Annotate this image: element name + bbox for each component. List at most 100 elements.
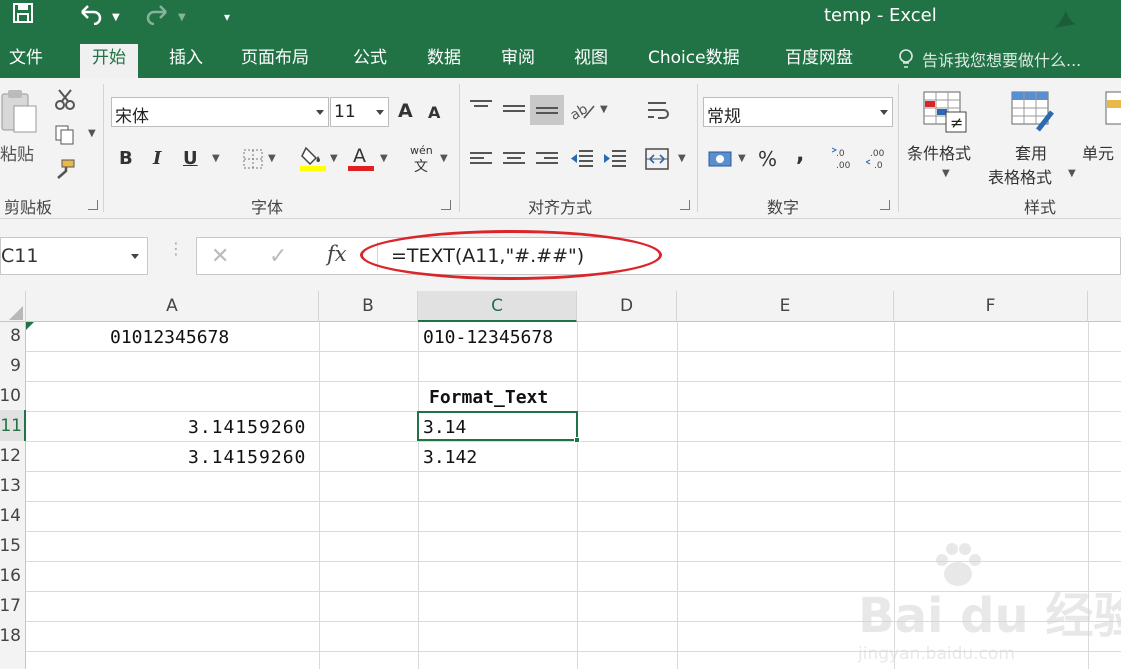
row-headers: 8 9 10 11 12 13 14 15 16 17 18 [0, 322, 26, 669]
merge-center-icon[interactable] [644, 146, 672, 176]
tab-baidu-netdisk[interactable]: 百度网盘 [773, 44, 865, 78]
column-header-f[interactable]: F [894, 291, 1088, 322]
name-box[interactable]: C11 [0, 237, 148, 275]
cancel-icon[interactable]: ✕ [211, 244, 229, 269]
row-header-14[interactable]: 14 [0, 506, 21, 526]
enter-check-icon[interactable]: ✓ [269, 244, 287, 269]
format-as-table-icon[interactable] [1010, 90, 1056, 138]
phonetic-dropdown-icon[interactable]: ▼ [440, 153, 448, 164]
copy-icon[interactable] [54, 124, 76, 150]
format-table-dropdown-icon[interactable]: ▼ [1068, 168, 1076, 179]
accounting-format-icon[interactable] [707, 148, 735, 174]
tab-file[interactable]: 文件 [0, 44, 55, 78]
row-header-15[interactable]: 15 [0, 536, 21, 556]
tab-formulas[interactable]: 公式 [341, 44, 399, 78]
underline-button[interactable]: U [183, 148, 198, 170]
cell-a11[interactable]: 3.14159260 [188, 417, 306, 438]
tab-page-layout[interactable]: 页面布局 [229, 44, 321, 78]
borders-icon[interactable] [242, 148, 264, 174]
grow-font-button[interactable]: A [398, 100, 413, 122]
align-center-icon[interactable] [503, 152, 525, 168]
column-header-c[interactable]: C [418, 291, 577, 322]
font-name-select[interactable]: 宋体 [111, 97, 329, 127]
percent-button[interactable]: % [758, 148, 777, 170]
font-launcher-icon[interactable] [441, 200, 451, 210]
comma-button[interactable]: , [796, 144, 804, 166]
tab-view[interactable]: 视图 [562, 44, 620, 78]
conditional-formatting-button[interactable]: 条件格式 [907, 140, 971, 164]
tab-review[interactable]: 审阅 [489, 44, 547, 78]
insert-function-button[interactable]: fx [327, 242, 347, 266]
shrink-font-button[interactable]: A [428, 102, 440, 124]
select-all-corner[interactable] [0, 291, 26, 322]
cell-c10[interactable]: Format_Text [429, 387, 548, 408]
copy-dropdown-icon[interactable]: ▼ [88, 128, 96, 139]
align-right-icon[interactable] [536, 152, 558, 168]
align-middle-icon[interactable] [503, 105, 525, 121]
font-size-select[interactable]: 11 [330, 97, 389, 127]
clipboard-launcher-icon[interactable] [88, 200, 98, 210]
row-header-10[interactable]: 10 [0, 386, 21, 406]
cut-icon[interactable] [54, 88, 76, 114]
conditional-formatting-icon[interactable]: ≠ [922, 90, 968, 138]
paste-button[interactable]: 粘贴 [0, 140, 34, 165]
fill-color-icon[interactable] [300, 144, 326, 176]
alignment-launcher-icon[interactable] [680, 200, 690, 210]
column-header-a[interactable]: A [26, 291, 319, 322]
merge-dropdown-icon[interactable]: ▼ [678, 153, 686, 164]
align-left-icon[interactable] [470, 152, 492, 168]
cell-c12[interactable]: 3.142 [423, 447, 477, 468]
active-cell-selection[interactable] [417, 411, 578, 441]
format-painter-icon[interactable] [54, 158, 76, 184]
row-header-18[interactable]: 18 [0, 626, 21, 646]
paste-icon[interactable] [0, 88, 44, 140]
row-header-12[interactable]: 12 [0, 446, 21, 466]
wrap-text-icon[interactable] [646, 100, 670, 126]
tell-me-search[interactable]: 告诉我您想要做什么... [922, 47, 1081, 71]
cell-a12[interactable]: 3.14159260 [188, 447, 306, 468]
row-header-17[interactable]: 17 [0, 596, 21, 616]
cell-c8[interactable]: 010-12345678 [423, 327, 553, 348]
decrease-indent-icon[interactable] [569, 148, 595, 174]
tab-insert[interactable]: 插入 [157, 44, 215, 78]
borders-dropdown-icon[interactable]: ▼ [268, 153, 276, 164]
increase-indent-icon[interactable] [602, 148, 628, 174]
column-header-e[interactable]: E [677, 291, 894, 322]
format-as-table-line1[interactable]: 套用 [1015, 140, 1047, 164]
align-top-icon[interactable] [470, 100, 492, 116]
tab-data[interactable]: 数据 [415, 44, 473, 78]
decrease-decimal-icon[interactable]: .00.0 [864, 146, 892, 176]
number-format-select[interactable]: 常规 [703, 97, 893, 127]
orientation-icon[interactable]: ab [568, 100, 596, 126]
cell-a8[interactable]: 01012345678 [110, 327, 229, 348]
bold-button[interactable]: B [119, 148, 133, 170]
fill-color-dropdown-icon[interactable]: ▼ [330, 153, 338, 164]
increase-decimal-icon[interactable]: .0.00 [831, 146, 858, 176]
cell-styles-button[interactable]: 单元 [1082, 140, 1114, 164]
column-header-d[interactable]: D [577, 291, 677, 322]
row-header-13[interactable]: 13 [0, 476, 21, 496]
column-header-b[interactable]: B [319, 291, 418, 322]
customize-quick-access-icon[interactable]: ▾ [224, 5, 230, 29]
font-color-dropdown-icon[interactable]: ▼ [380, 153, 388, 164]
tab-home[interactable]: 开始 [80, 44, 138, 78]
undo-dropdown-icon[interactable]: ▼ [112, 6, 120, 30]
align-bottom-button[interactable] [530, 95, 564, 125]
italic-button[interactable]: I [153, 148, 161, 170]
row-header-8[interactable]: 8 [0, 326, 21, 346]
accounting-dropdown-icon[interactable]: ▼ [738, 153, 746, 164]
underline-dropdown-icon[interactable]: ▼ [212, 153, 220, 164]
row-header-9[interactable]: 9 [0, 356, 21, 376]
save-icon[interactable] [12, 2, 34, 29]
number-launcher-icon[interactable] [880, 200, 890, 210]
orientation-dropdown-icon[interactable]: ▼ [600, 104, 608, 115]
row-header-16[interactable]: 16 [0, 566, 21, 586]
format-as-table-line2[interactable]: 表格格式 [988, 164, 1052, 188]
fill-handle[interactable] [574, 437, 580, 443]
error-indicator-icon[interactable] [26, 322, 34, 330]
undo-icon[interactable] [78, 3, 104, 30]
tab-choice-data[interactable]: Choice数据 [636, 44, 752, 78]
font-color-icon[interactable]: A [348, 144, 374, 176]
cell-styles-icon[interactable] [1104, 90, 1121, 138]
conditional-dropdown-icon[interactable]: ▼ [942, 168, 950, 179]
